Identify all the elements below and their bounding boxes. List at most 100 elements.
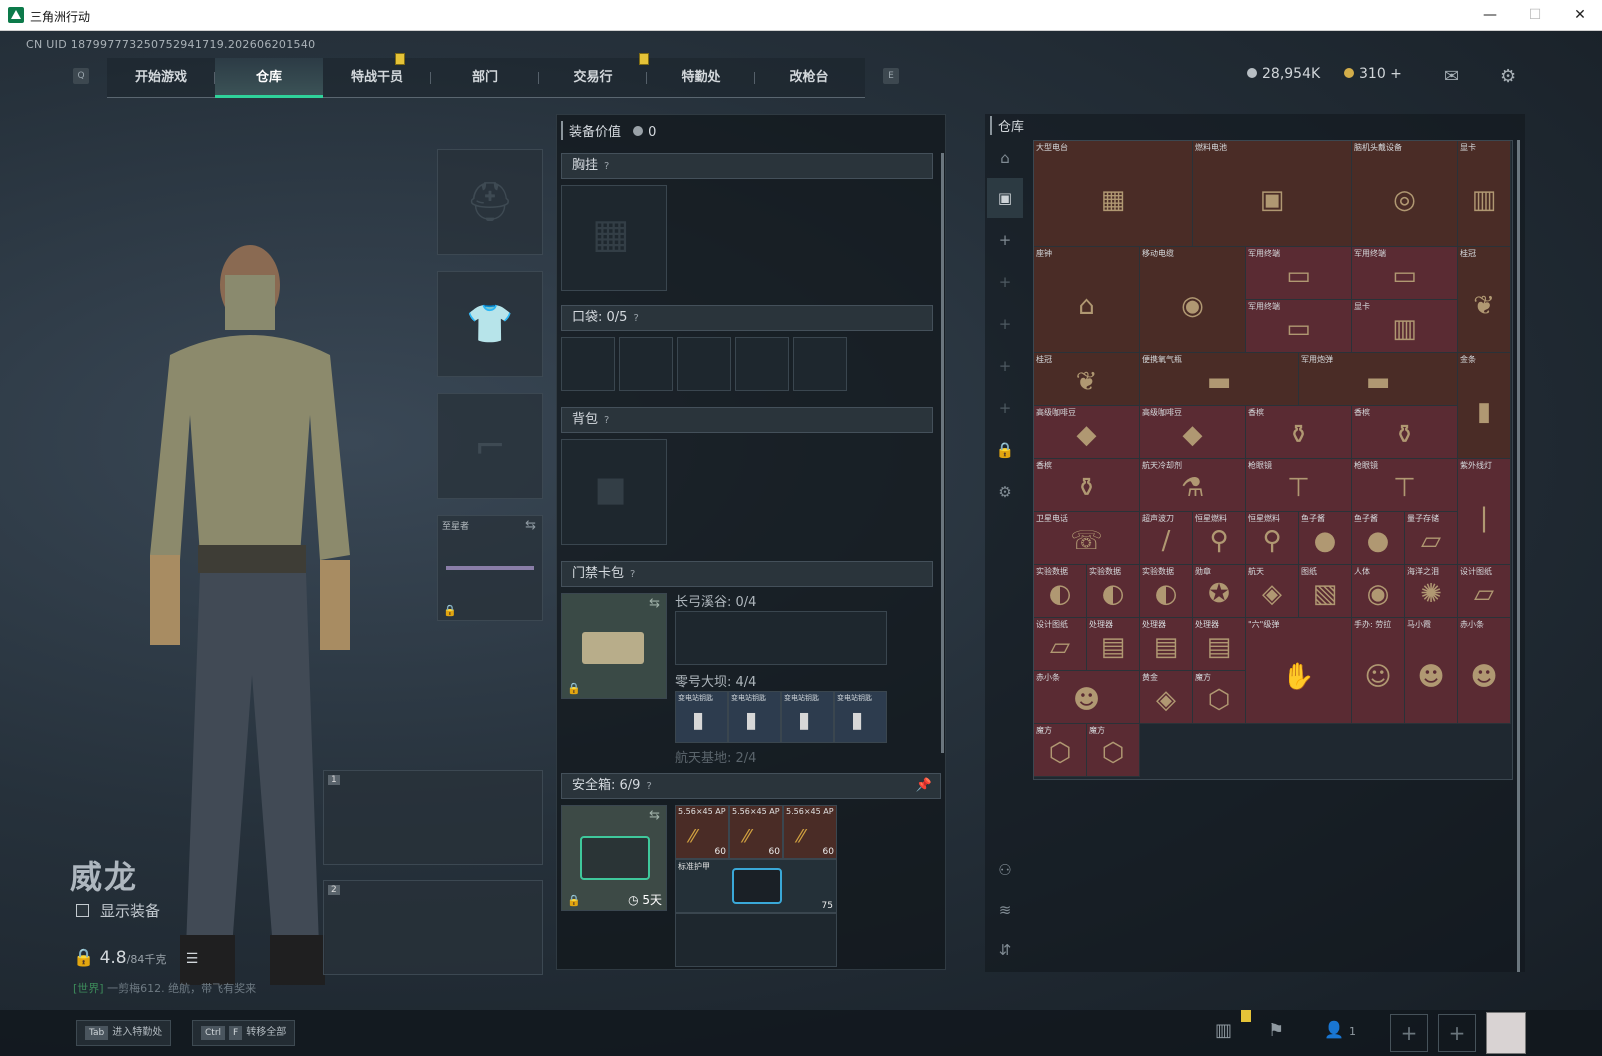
pin-icon[interactable]: 📌 — [916, 774, 932, 798]
storage-item[interactable]: 军用终端 ▭ — [1246, 300, 1352, 353]
storage-item[interactable]: 恒星燃料 ⚲ — [1193, 512, 1246, 565]
tab-department[interactable]: 部门 — [431, 58, 539, 98]
storage-item[interactable]: 鱼子酱 ● — [1352, 512, 1405, 565]
maximize-button[interactable]: ☐ — [1515, 4, 1555, 26]
storage-item[interactable]: 高级咖啡豆 ◆ — [1140, 406, 1246, 459]
storage-item[interactable]: 设计图纸 ▱ — [1458, 565, 1511, 618]
help-icon[interactable]: ? — [604, 415, 609, 426]
storage-item[interactable]: 金条 ▮ — [1458, 353, 1511, 459]
storage-item[interactable]: 航天冷却剂 ⚗ — [1140, 459, 1246, 512]
transfer-all-button[interactable]: Ctrl F 转移全部 — [192, 1020, 296, 1046]
storage-settings-icon[interactable]: ⚙ — [987, 472, 1023, 512]
storage-item[interactable]: 马小霞 ☻ — [1405, 618, 1458, 724]
storage-item[interactable]: 香槟 ⚱ — [1352, 406, 1458, 459]
storage-item[interactable]: 移动电缆 ◉ — [1140, 247, 1246, 353]
storage-tab-home-icon[interactable]: ⌂ — [987, 138, 1023, 178]
operator-icon[interactable]: ⚇ — [987, 850, 1023, 890]
player-avatar[interactable] — [1486, 1012, 1526, 1054]
storage-item[interactable]: 燃料电池 ▣ — [1193, 141, 1352, 247]
tab-special-service[interactable]: 特勤处 — [639, 53, 755, 98]
storage-item[interactable]: 军用炮弹 ▬ — [1299, 353, 1458, 406]
list-icon[interactable]: ☰ — [186, 951, 199, 967]
storage-item[interactable]: 军用终端 ▭ — [1352, 247, 1458, 300]
storage-item[interactable]: 实验数据 ◐ — [1087, 565, 1140, 618]
ammo-item[interactable]: 5.56×45 AP ⁄⁄ 60 — [783, 805, 837, 859]
storage-item[interactable]: "六"级弹 ✋ — [1246, 618, 1352, 724]
storage-item[interactable]: 黄金 ◈ — [1140, 671, 1193, 724]
storage-item[interactable]: 量子存储 ▱ — [1405, 512, 1458, 565]
keycard-case-slot[interactable]: ⇆ 🔒 — [561, 593, 667, 699]
storage-item[interactable]: 超声波刀 / — [1140, 512, 1193, 565]
storage-item[interactable]: 香槟 ⚱ — [1246, 406, 1352, 459]
add-tab-icon[interactable]: + — [987, 262, 1023, 302]
chest-rig-slot[interactable]: ▦ — [561, 185, 667, 291]
flag-icon[interactable]: ⚑ — [1268, 1020, 1284, 1041]
storage-item[interactable]: 显卡 ▥ — [1352, 300, 1458, 353]
armor-slot[interactable]: 👕 — [437, 271, 543, 377]
key-item[interactable]: 变电站钥匙 ▮ — [675, 691, 728, 743]
invite-slot-button[interactable]: + — [1390, 1014, 1428, 1052]
storage-item[interactable]: 赤小条 ☻ — [1034, 671, 1140, 724]
key-item[interactable]: 变电站钥匙 ▮ — [781, 691, 834, 743]
helmet-slot[interactable]: ⛑ — [437, 149, 543, 255]
storage-item[interactable]: 海洋之泪 ✺ — [1405, 565, 1458, 618]
key-item[interactable]: 变电站钥匙 ▮ — [728, 691, 781, 743]
storage-item[interactable]: 实验数据 ◐ — [1034, 565, 1087, 618]
storage-item[interactable]: 脑机头戴设备 ◎ — [1352, 141, 1458, 247]
tab-gunsmith[interactable]: 改枪台 — [755, 58, 863, 98]
storage-tab-vip-icon[interactable]: ▣ — [987, 178, 1023, 218]
close-button[interactable]: ✕ — [1560, 4, 1600, 26]
mail-icon[interactable]: ✉ — [1444, 66, 1459, 87]
storage-item[interactable]: 赤小条 ☻ — [1458, 618, 1511, 724]
gold-currency[interactable]: 310 + — [1344, 66, 1402, 82]
storage-item[interactable]: 人体 ◉ — [1352, 565, 1405, 618]
pocket-slot[interactable] — [735, 337, 789, 391]
safe-box-slot[interactable]: ⇆ 🔒 ◷ 5天 — [561, 805, 667, 911]
storage-item[interactable]: 枪眼镜 ⊤ — [1352, 459, 1458, 512]
lock-icon[interactable]: 🔒 — [987, 430, 1023, 470]
help-icon[interactable]: ? — [633, 313, 638, 324]
pocket-slot[interactable] — [561, 337, 615, 391]
storage-item[interactable]: 香槟 ⚱ — [1034, 459, 1140, 512]
tab-start-game[interactable]: 开始游戏 — [107, 58, 215, 98]
storage-item[interactable]: 设计图纸 ▱ — [1034, 618, 1087, 671]
storage-item[interactable]: 魔方 ⬡ — [1193, 671, 1246, 724]
enter-special-service-button[interactable]: Tab 进入特勤处 — [76, 1020, 172, 1046]
layers-icon[interactable]: ≋ — [987, 890, 1023, 930]
tab-warehouse[interactable]: 仓库 — [215, 58, 323, 98]
tab-operators[interactable]: 特战干员 — [323, 53, 431, 98]
key-section-grid[interactable] — [675, 611, 887, 665]
swap-icon[interactable]: ⇆ — [649, 596, 660, 611]
safe-empty-slot[interactable] — [675, 913, 837, 967]
chat-line[interactable]: [世界] 一剪梅612. 绝航，带飞有奖来 — [73, 980, 256, 996]
settings-gear-icon[interactable]: ⚙ — [1500, 66, 1516, 87]
help-icon[interactable]: ? — [630, 569, 635, 580]
silver-currency[interactable]: 28,954K — [1247, 66, 1320, 82]
melee-slot[interactable]: 至星者 ⇆ 🔒 — [437, 515, 543, 621]
storage-item[interactable]: 手办: 劳拉 ☺ — [1352, 618, 1405, 724]
storage-item[interactable]: 魔方 ⬡ — [1034, 724, 1087, 777]
invite-slot-button[interactable]: + — [1438, 1014, 1476, 1052]
pistol-slot[interactable]: ⌐ — [437, 393, 543, 499]
add-tab-icon[interactable]: + — [987, 220, 1023, 260]
primary-weapon-slot-2[interactable]: 2 — [323, 880, 543, 975]
backpack-slot[interactable]: ◼ — [561, 439, 667, 545]
storage-item[interactable]: 卫星电话 ☏ — [1034, 512, 1140, 565]
armor-item[interactable]: 标准护甲 75 — [675, 859, 837, 913]
storage-item[interactable]: 恒星燃料 ⚲ — [1246, 512, 1299, 565]
swap-icon[interactable]: ⇆ — [525, 518, 536, 533]
swap-icon[interactable]: ⇆ — [649, 808, 660, 823]
help-icon[interactable]: ? — [604, 161, 609, 172]
storage-item[interactable]: 座钟 ⌂ — [1034, 247, 1140, 353]
pocket-slot[interactable] — [793, 337, 847, 391]
storage-item[interactable]: 便携氧气瓶 ▬ — [1140, 353, 1299, 406]
pocket-slot[interactable] — [619, 337, 673, 391]
key-item[interactable]: 变电站钥匙 ▮ — [834, 691, 887, 743]
storage-item[interactable]: 鱼子酱 ● — [1299, 512, 1352, 565]
storage-item[interactable]: 处理器 ▤ — [1087, 618, 1140, 671]
ammo-item[interactable]: 5.56×45 AP ⁄⁄ 60 — [675, 805, 729, 859]
primary-weapon-slot-1[interactable]: 1 — [323, 770, 543, 865]
friends-icon[interactable]: 👤 1 — [1324, 1020, 1356, 1039]
storage-item[interactable]: 显卡 ▥ — [1458, 141, 1511, 247]
help-icon[interactable]: ? — [646, 781, 651, 792]
